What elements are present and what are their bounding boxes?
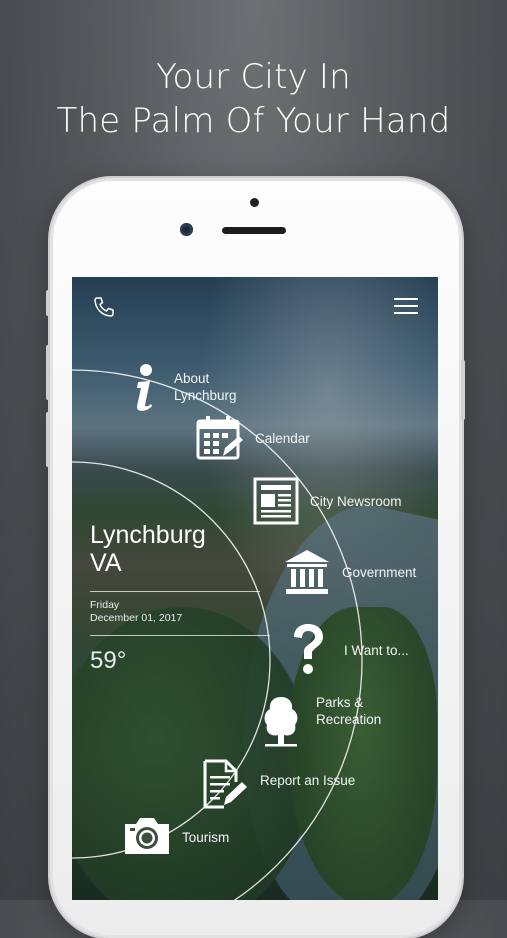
camera-icon: [125, 818, 169, 854]
menu-item-parks[interactable]: Parks & Recreation: [261, 695, 381, 747]
report-document-icon: [203, 759, 247, 809]
menu-item-i-want-to[interactable]: I Want to...: [290, 623, 409, 677]
power-button: [461, 360, 465, 420]
newspaper-icon: [253, 477, 299, 525]
info-icon: [136, 364, 152, 411]
city-label: Lynchburg: [90, 521, 206, 549]
menu-item-government[interactable]: Government: [283, 548, 416, 596]
info-divider-1: [90, 591, 260, 592]
menu-label-tourism: Tourism: [182, 829, 230, 845]
headline-line-2: The Palm Of Your Hand: [56, 101, 451, 141]
date-block: Friday December 01, 2017: [90, 599, 182, 625]
menu-label-government: Government: [342, 564, 417, 580]
question-mark-icon: [294, 624, 323, 674]
mute-switch: [46, 290, 50, 316]
menu-item-calendar[interactable]: Calendar: [195, 414, 310, 462]
menu-label-newsroom: City Newsroom: [310, 493, 402, 509]
info-divider-2: [90, 635, 270, 636]
menu-label-about: About Lynchburg: [174, 371, 237, 403]
headline-line-1: Your City In: [156, 57, 351, 97]
volume-down-button: [46, 412, 50, 467]
menu-item-report-issue[interactable]: Report an Issue: [202, 758, 355, 810]
menu-label-calendar: Calendar: [255, 430, 310, 446]
government-building-icon: [285, 550, 329, 594]
earpiece-speaker: [222, 227, 286, 234]
tree-icon: [264, 697, 298, 747]
volume-up-button: [46, 345, 50, 400]
menu-label-parks: Parks & Recreation: [316, 695, 382, 727]
menu-label-report-issue: Report an Issue: [260, 772, 356, 788]
front-camera: [180, 223, 193, 236]
app-screen: Lynchburg VA Friday December 01, 2017 59…: [72, 277, 438, 900]
day-label: Friday: [90, 599, 120, 611]
proximity-sensor: [250, 198, 259, 207]
calendar-icon: [196, 416, 243, 460]
temperature-label: 59°: [90, 647, 127, 674]
menu-item-about[interactable]: About Lynchburg: [130, 363, 237, 413]
date-label: December 01, 2017: [90, 612, 183, 624]
state-label: VA: [90, 549, 122, 577]
promo-headline: Your City In The Palm Of Your Hand: [0, 55, 507, 143]
menu-item-tourism[interactable]: Tourism: [122, 815, 229, 857]
city-name: Lynchburg VA: [90, 521, 206, 577]
menu-label-i-want-to: I Want to...: [344, 642, 409, 658]
menu-item-newsroom[interactable]: City Newsroom: [252, 476, 402, 526]
